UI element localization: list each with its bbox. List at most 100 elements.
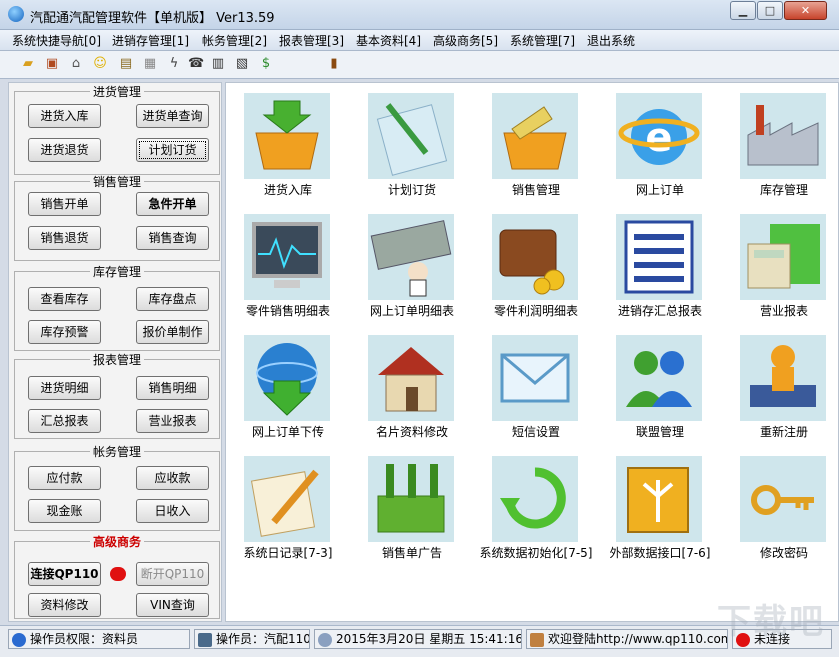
menu-exit[interactable]: 退出系统 — [587, 32, 635, 49]
tile-online-order-detail[interactable]: 网上订单明细表 — [350, 208, 474, 320]
document-icon[interactable]: ▦ — [142, 56, 158, 72]
globe-download-icon — [244, 335, 330, 421]
summary-report-button[interactable]: 汇总报表 — [28, 409, 101, 433]
tile-label: 名片资料修改 — [375, 425, 448, 439]
tile-external-interface[interactable]: 外部数据接口[7-6] — [598, 450, 722, 562]
film-icon[interactable]: ▧ — [234, 56, 250, 72]
business-report-button[interactable]: 营业报表 — [136, 409, 209, 433]
menu-inventory[interactable]: 进销存管理[1] — [112, 32, 189, 49]
bank-icon[interactable]: ⌂ — [68, 56, 84, 72]
view-stock-button[interactable]: 查看库存 — [28, 287, 101, 311]
watermark-logo: 下载吧 — [717, 602, 825, 642]
stock-alert-button[interactable]: 库存预警 — [28, 320, 101, 344]
tile-alliance-management[interactable]: 联盟管理 — [598, 329, 722, 441]
purchase-detail-button[interactable]: 进货明细 — [28, 376, 101, 400]
users-icon — [616, 335, 702, 421]
menu-reports[interactable]: 报表管理[3] — [279, 32, 344, 49]
daily-income-button[interactable]: 日收入 — [136, 499, 209, 523]
factory-icon — [740, 93, 826, 179]
urgent-bill-button[interactable]: 急件开单 — [136, 192, 209, 216]
house-icon — [368, 335, 454, 421]
menu-business[interactable]: 高级商务[5] — [433, 32, 498, 49]
tile-system-log[interactable]: 系统日记录[7-3] — [226, 450, 350, 562]
book-icon[interactable]: ▤ — [118, 56, 134, 72]
purchase-in-button[interactable]: 进货入库 — [28, 104, 101, 128]
purchase-query-button[interactable]: 进货单查询 — [136, 104, 209, 128]
box-icon[interactable]: ▣ — [44, 56, 60, 72]
interface-book-icon — [616, 456, 702, 542]
tile-data-init[interactable]: 系统数据初始化[7-5] — [474, 450, 598, 562]
purchase-group: 进货管理 进货入库 进货单查询 进货退货 计划订货 — [14, 85, 220, 175]
tile-inventory-summary[interactable]: 进销存汇总报表 — [598, 208, 722, 320]
status-bar: 操作员权限：资料员 操作员：汽配110 2015年3月20日 星期五 15:41… — [0, 625, 839, 657]
status-operator-text: 操作员：汽配110 — [216, 632, 310, 646]
tile-online-order-download[interactable]: 网上订单下传 — [226, 329, 350, 441]
sales-detail-button[interactable]: 销售明细 — [136, 376, 209, 400]
stock-check-button[interactable]: 库存盘点 — [136, 287, 209, 311]
sales-query-button[interactable]: 销售查询 — [136, 226, 209, 250]
toolbar: ▰ ▣ ⌂ ☺ ▤ ▦ ϟ ☎ ▥ ▧ $ ▮ — [0, 51, 839, 79]
tile-label: 进销存汇总报表 — [617, 304, 702, 318]
tile-label: 营业报表 — [759, 304, 808, 318]
tile-label: 销售单广告 — [381, 546, 442, 560]
tile-stock-management[interactable]: 库存管理 — [722, 87, 838, 199]
maximize-button[interactable]: □ — [757, 1, 783, 20]
tile-business-report[interactable]: 营业报表 — [722, 208, 838, 320]
menu-quick-nav[interactable]: 系统快捷导航[0] — [12, 32, 101, 49]
stock-group: 库存管理 查看库存 库存盘点 库存预警 报价单制作 — [14, 265, 220, 351]
tile-label: 计划订货 — [387, 183, 436, 197]
purchase-group-title: 进货管理 — [89, 85, 144, 99]
tile-plan-order[interactable]: 计划订货 — [350, 87, 474, 199]
internet-explorer-icon: e — [616, 93, 702, 179]
cash-account-button[interactable]: 现金账 — [28, 499, 101, 523]
keys-icon — [740, 456, 826, 542]
tile-card-info-edit[interactable]: 名片资料修改 — [350, 329, 474, 441]
basket-out-icon — [492, 93, 578, 179]
exit-door-icon[interactable]: ▮ — [326, 56, 342, 72]
close-button[interactable]: ✕ — [784, 1, 827, 20]
bottle-crate-icon — [368, 456, 454, 542]
basket-in-icon — [244, 93, 330, 179]
title-bar: 汽配通汽配管理软件【单机版】 Ver13.59 ▁ □ ✕ — [0, 0, 839, 30]
disconnect-qp110-button[interactable]: 断开QP110 — [136, 562, 209, 586]
tile-parts-sales-detail[interactable]: 零件销售明细表 — [226, 208, 350, 320]
tile-label: 修改密码 — [759, 546, 808, 560]
menu-accounts[interactable]: 帐务管理[2] — [202, 32, 267, 49]
sales-bill-button[interactable]: 销售开单 — [28, 192, 101, 216]
tile-change-password[interactable]: 修改密码 — [722, 450, 838, 562]
smiley-icon[interactable]: ☺ — [92, 56, 108, 72]
tile-parts-profit-detail[interactable]: 零件利润明细表 — [474, 208, 598, 320]
left-panel: 进货管理 进货入库 进货单查询 进货退货 计划订货 销售管理 销售开单 急件开单… — [8, 82, 222, 622]
monitor-chart-icon — [244, 214, 330, 300]
plan-order-button[interactable]: 计划订货 — [136, 138, 209, 162]
sales-group: 销售管理 销售开单 急件开单 销售退货 销售查询 — [14, 175, 220, 261]
minimize-button[interactable]: ▁ — [730, 1, 756, 20]
receivable-button[interactable]: 应收款 — [136, 466, 209, 490]
lightning-icon[interactable]: ϟ — [166, 56, 182, 72]
vin-query-button[interactable]: VIN查询 — [136, 593, 209, 617]
menu-basic-data[interactable]: 基本资料[4] — [356, 32, 421, 49]
tile-sales-ad[interactable]: 销售单广告 — [350, 450, 474, 562]
menu-bar: 系统快捷导航[0] 进销存管理[1] 帐务管理[2] 报表管理[3] 基本资料[… — [0, 30, 839, 51]
quick-nav-panel: 进货入库 计划订货 销售管理 e 网上订单 库存管理 零件销售明细表 网上订单明… — [225, 82, 839, 622]
profile-edit-button[interactable]: 资料修改 — [28, 593, 101, 617]
payable-button[interactable]: 应付款 — [28, 466, 101, 490]
tile-sales-management[interactable]: 销售管理 — [474, 87, 598, 199]
menu-system[interactable]: 系统管理[7] — [510, 32, 575, 49]
tile-purchase-in[interactable]: 进货入库 — [226, 87, 350, 199]
tile-label: 重新注册 — [759, 425, 808, 439]
user-book-icon — [740, 335, 826, 421]
tile-sms-settings[interactable]: 短信设置 — [474, 329, 598, 441]
tile-label: 网上订单明细表 — [369, 304, 454, 318]
open-folder-icon[interactable]: ▰ — [20, 56, 36, 72]
tile-reregister[interactable]: 重新注册 — [722, 329, 838, 441]
connect-qp110-button[interactable]: 连接QP110 — [28, 562, 101, 586]
calculator-icon[interactable]: ▥ — [210, 56, 226, 72]
money-bag-icon[interactable]: $ — [258, 56, 274, 72]
quotation-button[interactable]: 报价单制作 — [136, 320, 209, 344]
purchase-return-button[interactable]: 进货退货 — [28, 138, 101, 162]
tile-online-order[interactable]: e 网上订单 — [598, 87, 722, 199]
phone-icon[interactable]: ☎ — [188, 56, 204, 72]
tile-label: 零件销售明细表 — [245, 304, 330, 318]
sales-return-button[interactable]: 销售退货 — [28, 226, 101, 250]
